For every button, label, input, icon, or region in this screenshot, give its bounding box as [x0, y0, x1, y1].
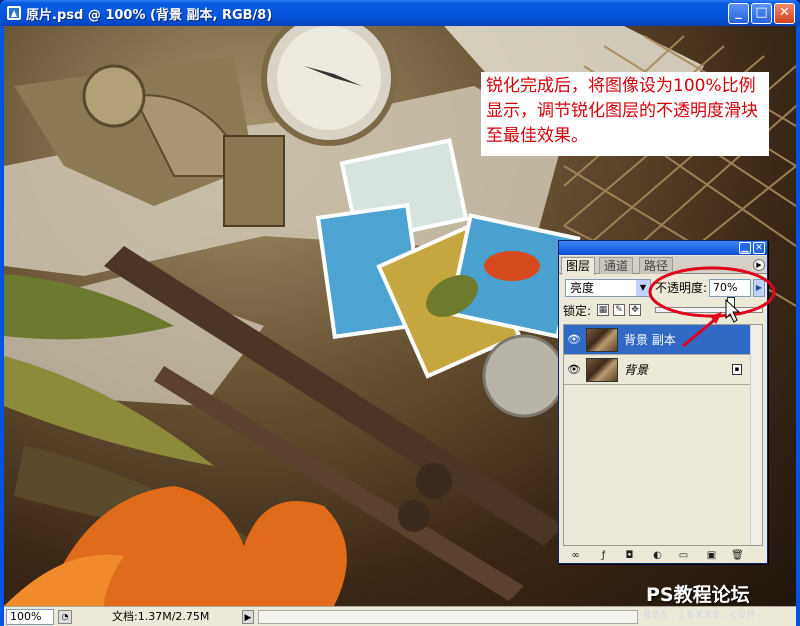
watermark-title: PS教程论坛	[646, 584, 750, 606]
mouse-cursor-icon	[725, 298, 741, 323]
photoshop-document-window: 原片.psd @ 100% (背景 副本, RGB/8) _ □ ✕ 锐化完成后…	[0, 0, 800, 626]
zoom-field[interactable]: 100%	[6, 609, 54, 625]
horizontal-scrollbar[interactable]	[258, 610, 638, 624]
info-icon[interactable]: ◔	[58, 610, 72, 624]
annotation-overlay	[648, 266, 776, 348]
document-size: 文档:1.37M/2.75M	[112, 610, 210, 623]
annotation-circle	[648, 266, 776, 318]
watermark-url: BBS.16XX8.COM	[644, 608, 757, 621]
annotation-arrow-line	[682, 315, 719, 348]
status-menu-button[interactable]: ▶	[242, 610, 254, 624]
